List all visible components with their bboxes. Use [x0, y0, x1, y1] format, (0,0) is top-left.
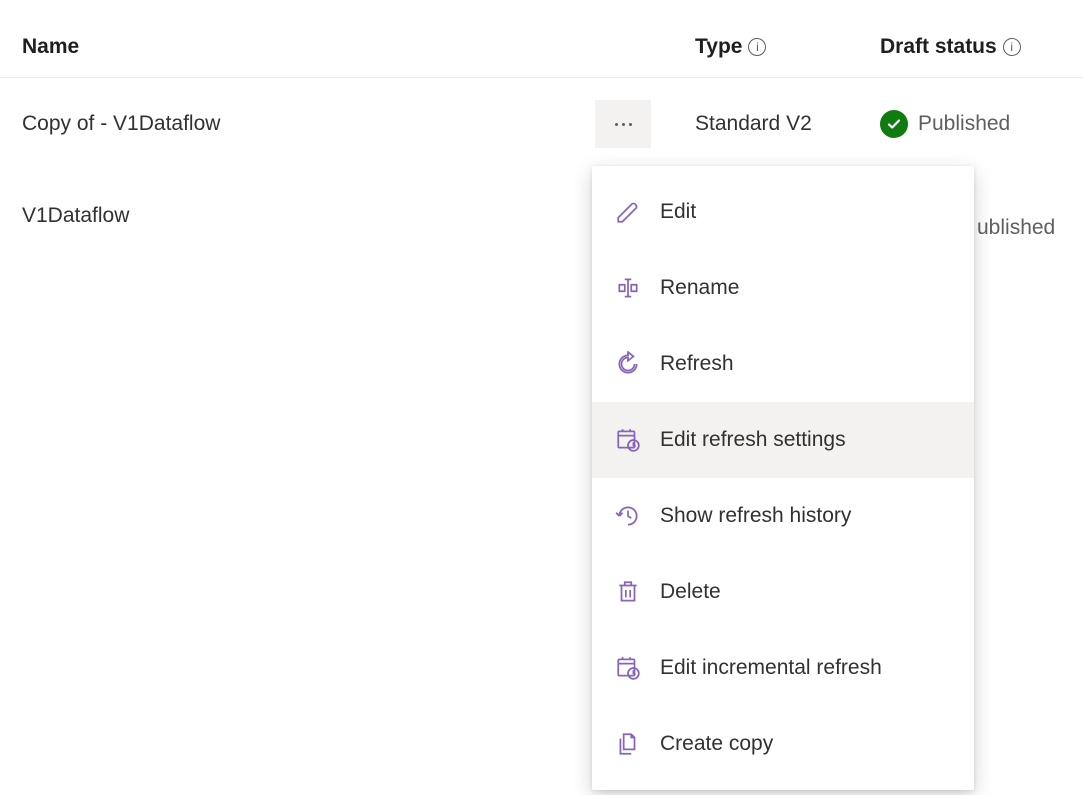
menu-item-edit-refresh-settings[interactable]: Edit refresh settings	[592, 402, 974, 478]
check-icon	[880, 110, 908, 138]
table-row[interactable]: Copy of - V1Dataflow Standard V2 Publish…	[0, 78, 1083, 170]
menu-item-edit[interactable]: Edit	[592, 174, 974, 250]
menu-item-rename[interactable]: Rename	[592, 250, 974, 326]
column-header-draft-status-label: Draft status	[880, 35, 997, 59]
column-header-name[interactable]: Name	[0, 35, 695, 59]
dataflow-type: Standard V2	[695, 112, 880, 136]
menu-item-delete[interactable]: Delete	[592, 554, 974, 630]
menu-item-label: Refresh	[660, 352, 734, 376]
status-label: Published	[918, 112, 1010, 136]
menu-item-refresh[interactable]: Refresh	[592, 326, 974, 402]
more-icon	[615, 123, 632, 126]
menu-item-label: Edit incremental refresh	[660, 656, 882, 680]
dataflow-name: Copy of - V1Dataflow	[0, 112, 595, 136]
column-header-type[interactable]: Type i	[695, 35, 880, 59]
table-header: Name Type i Draft status i	[0, 0, 1083, 78]
column-header-draft-status[interactable]: Draft status i	[880, 35, 1083, 59]
dataflow-status: Published	[880, 110, 1083, 138]
context-menu: Edit Rename Refresh Edit refresh setting…	[592, 166, 974, 790]
rename-icon	[614, 274, 642, 302]
info-icon[interactable]: i	[1003, 38, 1021, 56]
menu-item-label: Edit	[660, 200, 696, 224]
calendar-clock-icon	[614, 654, 642, 682]
status-label-fragment: ublished	[977, 216, 1055, 240]
menu-item-label: Edit refresh settings	[660, 428, 846, 452]
menu-item-label: Show refresh history	[660, 504, 851, 528]
menu-item-create-copy[interactable]: Create copy	[592, 706, 974, 782]
info-icon[interactable]: i	[748, 38, 766, 56]
copy-icon	[614, 730, 642, 758]
menu-item-edit-incremental-refresh[interactable]: Edit incremental refresh	[592, 630, 974, 706]
more-actions-button[interactable]	[595, 100, 651, 148]
menu-item-show-refresh-history[interactable]: Show refresh history	[592, 478, 974, 554]
column-header-type-label: Type	[695, 35, 742, 59]
menu-item-label: Delete	[660, 580, 721, 604]
trash-icon	[614, 578, 642, 606]
menu-item-label: Create copy	[660, 732, 773, 756]
refresh-icon	[614, 350, 642, 378]
menu-item-label: Rename	[660, 276, 739, 300]
history-icon	[614, 502, 642, 530]
calendar-clock-icon	[614, 426, 642, 454]
dataflow-name: V1Dataflow	[0, 204, 595, 228]
pencil-icon	[614, 198, 642, 226]
